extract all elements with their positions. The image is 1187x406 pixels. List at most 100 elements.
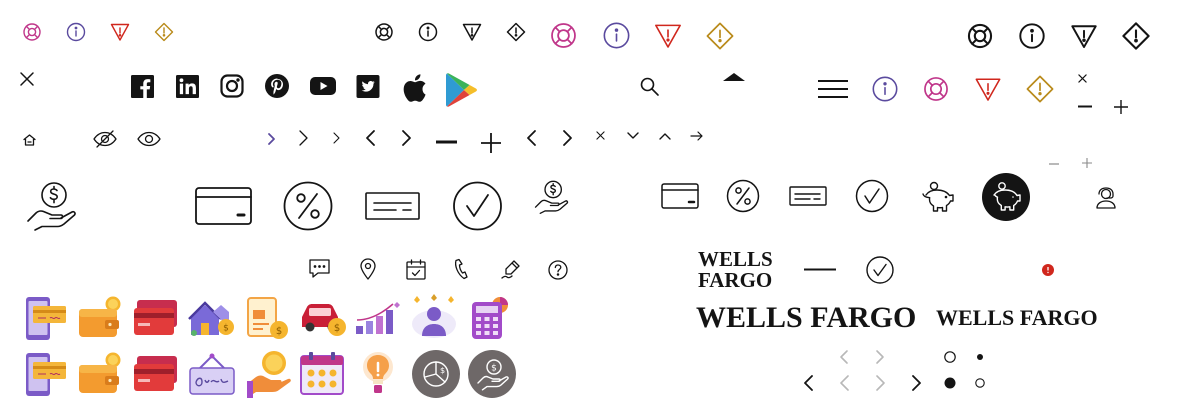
checkmark-circle-icon bbox=[855, 179, 889, 213]
logo-line-2: FARGO bbox=[698, 268, 773, 292]
chevron-up-icon[interactable] bbox=[659, 132, 671, 140]
calendar-coins-illustration bbox=[300, 352, 344, 395]
chevron-right-icon[interactable] bbox=[402, 130, 411, 146]
chevron-left-icon[interactable] bbox=[840, 375, 849, 391]
lifebuoy-icon bbox=[551, 23, 576, 48]
mobile-deposit-illustration bbox=[26, 297, 66, 340]
apple-icon[interactable] bbox=[400, 71, 428, 105]
wells-fargo-logo-medium: WELLS FARGO bbox=[936, 305, 1098, 330]
home-icon[interactable] bbox=[23, 134, 36, 146]
svg-text:$: $ bbox=[334, 323, 340, 334]
info-icon bbox=[603, 22, 630, 49]
facebook-icon[interactable] bbox=[131, 75, 154, 98]
caret-up-icon[interactable] bbox=[723, 72, 745, 82]
chevron-down-icon[interactable] bbox=[627, 132, 639, 140]
money-hand-icon bbox=[534, 180, 569, 214]
signature-icon[interactable] bbox=[501, 259, 521, 279]
percent-icon bbox=[283, 181, 333, 231]
plus-icon[interactable] bbox=[1114, 100, 1128, 114]
help-icon[interactable] bbox=[548, 260, 568, 280]
pinterest-icon[interactable] bbox=[265, 74, 289, 98]
chevron-left-icon[interactable] bbox=[804, 375, 813, 391]
warning-diamond-icon bbox=[1122, 22, 1150, 50]
mobile-deposit-illustration bbox=[26, 353, 66, 396]
pagination-dot-inactive[interactable] bbox=[975, 378, 985, 388]
close-icon[interactable] bbox=[20, 72, 34, 86]
check-icon bbox=[365, 192, 420, 220]
percent-icon bbox=[726, 179, 760, 213]
linkedin-icon[interactable] bbox=[176, 75, 199, 98]
warning-diamond-icon bbox=[154, 22, 174, 42]
chevron-right-icon[interactable] bbox=[268, 133, 275, 145]
error-triangle-icon bbox=[110, 23, 130, 41]
google-play-icon[interactable] bbox=[446, 72, 478, 108]
hamburger-menu-icon[interactable] bbox=[818, 80, 848, 98]
chevron-right-icon[interactable] bbox=[876, 375, 885, 391]
wells-fargo-logo-large: WELLS FARGO bbox=[696, 301, 917, 334]
minus-icon[interactable] bbox=[436, 140, 457, 144]
plus-icon[interactable] bbox=[1082, 158, 1092, 168]
credit-card-icon bbox=[195, 187, 252, 225]
chevron-right-icon[interactable] bbox=[876, 350, 884, 364]
pagination-dot-active[interactable] bbox=[977, 354, 983, 360]
youtube-icon[interactable] bbox=[310, 77, 336, 95]
calendar-check-icon[interactable] bbox=[406, 259, 426, 280]
wallet-illustration bbox=[79, 296, 121, 337]
warning-diamond-icon bbox=[706, 22, 734, 50]
info-icon bbox=[1019, 23, 1045, 49]
calculator-illustration bbox=[472, 297, 508, 339]
chevron-right-icon[interactable] bbox=[912, 375, 921, 391]
error-triangle-icon bbox=[1071, 25, 1097, 49]
plus-icon[interactable] bbox=[481, 133, 501, 153]
instagram-icon[interactable] bbox=[220, 74, 244, 98]
chevron-left-icon[interactable] bbox=[840, 350, 848, 364]
chevron-left-icon[interactable] bbox=[366, 130, 375, 146]
piggy-bank-icon bbox=[982, 173, 1030, 221]
wallet-illustration bbox=[79, 352, 121, 393]
warning-diamond-icon bbox=[1026, 75, 1054, 103]
lifebuoy-icon bbox=[924, 77, 948, 101]
pagination-dot-inactive[interactable] bbox=[944, 351, 956, 363]
error-triangle-icon bbox=[655, 24, 681, 48]
location-pin-icon[interactable] bbox=[360, 258, 376, 280]
checkmark-circle-icon bbox=[453, 181, 502, 231]
arrow-right-icon[interactable] bbox=[690, 131, 703, 141]
twitter-icon[interactable] bbox=[356, 75, 380, 98]
info-icon bbox=[418, 22, 438, 42]
svg-text:$: $ bbox=[440, 366, 445, 375]
minus-icon[interactable] bbox=[1078, 105, 1092, 108]
error-triangle-icon bbox=[462, 23, 482, 41]
warning-diamond-icon bbox=[506, 22, 526, 42]
pagination-dot-active[interactable] bbox=[944, 377, 956, 389]
logo-line-1: WELLS bbox=[698, 247, 773, 271]
eye-off-icon[interactable] bbox=[93, 130, 117, 148]
cards-illustration bbox=[134, 356, 177, 391]
info-icon bbox=[872, 76, 898, 102]
chevron-right-icon[interactable] bbox=[333, 132, 340, 144]
minus-icon[interactable] bbox=[1049, 163, 1059, 165]
piggy-bank-icon bbox=[922, 181, 954, 212]
svg-text:$: $ bbox=[223, 324, 229, 334]
close-icon[interactable] bbox=[1078, 74, 1087, 83]
chevron-left-icon[interactable] bbox=[527, 130, 536, 146]
money-hand-icon bbox=[27, 182, 76, 231]
open-sign-illustration bbox=[189, 353, 235, 395]
lifebuoy-icon bbox=[967, 23, 993, 49]
close-icon[interactable] bbox=[596, 131, 605, 140]
coin-hand-illustration bbox=[247, 351, 291, 398]
credit-card-icon bbox=[661, 183, 699, 209]
alert-dot-icon bbox=[1042, 264, 1054, 276]
user-headset-icon bbox=[1096, 187, 1116, 209]
search-icon[interactable] bbox=[640, 77, 659, 96]
lightbulb-illustration bbox=[363, 352, 393, 393]
checkmark-circle-icon bbox=[866, 256, 894, 284]
eye-icon[interactable] bbox=[137, 131, 161, 147]
chat-icon[interactable] bbox=[309, 259, 330, 278]
phone-icon[interactable] bbox=[454, 258, 473, 280]
lifebuoy-icon bbox=[375, 23, 393, 41]
svg-text:$: $ bbox=[491, 364, 497, 374]
growth-chart-illustration bbox=[356, 302, 400, 334]
chevron-right-icon[interactable] bbox=[563, 130, 572, 146]
chevron-right-icon[interactable] bbox=[299, 130, 308, 146]
money-hand-badge-illustration: $ bbox=[468, 350, 516, 398]
